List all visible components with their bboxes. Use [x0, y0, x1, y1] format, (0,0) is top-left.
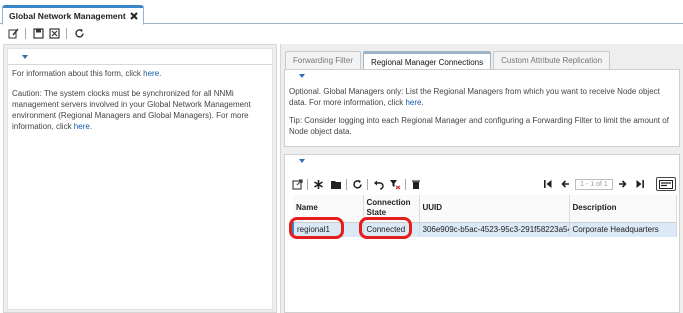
description-section: Optional. Global Managers only: List the… [284, 69, 680, 147]
last-page-icon[interactable] [633, 177, 647, 191]
edit-icon[interactable] [6, 26, 20, 40]
refresh-icon[interactable] [350, 177, 364, 191]
page-indicator[interactable]: 1 - 1 of 1 [575, 178, 613, 190]
help-text-suffix: . [159, 69, 162, 78]
tab-bar: Global Network Management [0, 0, 683, 25]
column-header-name[interactable]: Name [293, 195, 364, 223]
pagination-controls: 1 - 1 of 1 [541, 177, 676, 191]
caution-message: Caution: The system clocks must be synch… [12, 89, 251, 131]
chevron-down-icon[interactable] [22, 55, 28, 59]
new-icon[interactable] [311, 177, 325, 191]
caution-text: Caution: The system clocks must be synch… [8, 79, 272, 132]
form-info-section: For information about this form, click h… [7, 48, 273, 310]
close-x-icon[interactable] [129, 12, 138, 20]
toolbar-divider [367, 178, 368, 190]
help-text: For information about this form, click [12, 69, 144, 78]
folder-icon[interactable] [329, 177, 343, 191]
undo-icon[interactable] [371, 177, 385, 191]
help-link[interactable]: here [143, 69, 159, 78]
cell-connection-state[interactable]: Connected [363, 222, 420, 237]
description-suffix: . [421, 98, 424, 107]
first-page-icon[interactable] [541, 177, 555, 191]
form-help-text: For information about this form, click h… [8, 65, 272, 79]
previous-page-icon[interactable] [558, 177, 572, 191]
toolbar-divider [66, 27, 67, 39]
table-header-row: Name Connection State UUID Description [293, 195, 677, 223]
tab-title: Global Network Management [9, 11, 126, 21]
cell-uuid[interactable]: 306e909c-b5ac-4523-95c3-291f58223a54 [419, 222, 570, 237]
description-collapse-toggle[interactable] [285, 70, 679, 84]
toolbar-divider [346, 178, 347, 190]
left-panel: For information about this form, click h… [3, 44, 277, 313]
save-and-close-icon[interactable] [47, 26, 61, 40]
regional-managers-table: Name Connection State UUID Description r… [292, 195, 677, 237]
chevron-down-icon[interactable] [299, 159, 305, 163]
save-icon[interactable] [31, 26, 45, 40]
tab-custom-attribute-replication[interactable]: Custom Attribute Replication [493, 51, 611, 69]
caution-link[interactable]: here [74, 122, 90, 131]
section-collapse-toggle[interactable] [8, 49, 272, 65]
column-header-uuid[interactable]: UUID [419, 195, 570, 223]
table-options-icon[interactable] [656, 177, 676, 191]
open-icon[interactable] [290, 177, 304, 191]
column-header-description[interactable]: Description [569, 195, 677, 223]
tab-global-network-management[interactable]: Global Network Management [2, 5, 144, 25]
caution-suffix: . [89, 122, 93, 131]
tab-forwarding-filter[interactable]: Forwarding Filter [285, 51, 362, 69]
toolbar-divider [25, 27, 26, 39]
configuration-tabs: Forwarding Filter Regional Manager Conne… [285, 51, 611, 70]
description-text: Optional. Global Managers only: List the… [285, 84, 679, 108]
filter-clear-icon[interactable] [388, 177, 402, 191]
table-collapse-toggle[interactable] [285, 155, 679, 169]
next-page-icon[interactable] [616, 177, 630, 191]
description-help-link[interactable]: here [405, 98, 421, 107]
toolbar-divider [405, 178, 406, 190]
refresh-icon[interactable] [72, 26, 86, 40]
chevron-down-icon[interactable] [299, 74, 305, 78]
toolbar-divider [307, 178, 308, 190]
tab-regional-manager-connections[interactable]: Regional Manager Connections [363, 51, 492, 70]
tip-text: Tip: Consider logging into each Regional… [289, 116, 669, 136]
cell-name[interactable]: regional1 [292, 222, 364, 237]
column-header-connection-state[interactable]: Connection State [363, 195, 420, 223]
form-toolbar [0, 25, 683, 41]
table-row[interactable]: regional1 Connected 306e909c-b5ac-4523-9… [292, 222, 677, 237]
description-message: Optional. Global Managers only: List the… [289, 87, 660, 107]
cell-description[interactable]: Corporate Headquarters [569, 222, 677, 237]
delete-icon[interactable] [409, 177, 423, 191]
table-toolbar: 1 - 1 of 1 [290, 175, 676, 193]
